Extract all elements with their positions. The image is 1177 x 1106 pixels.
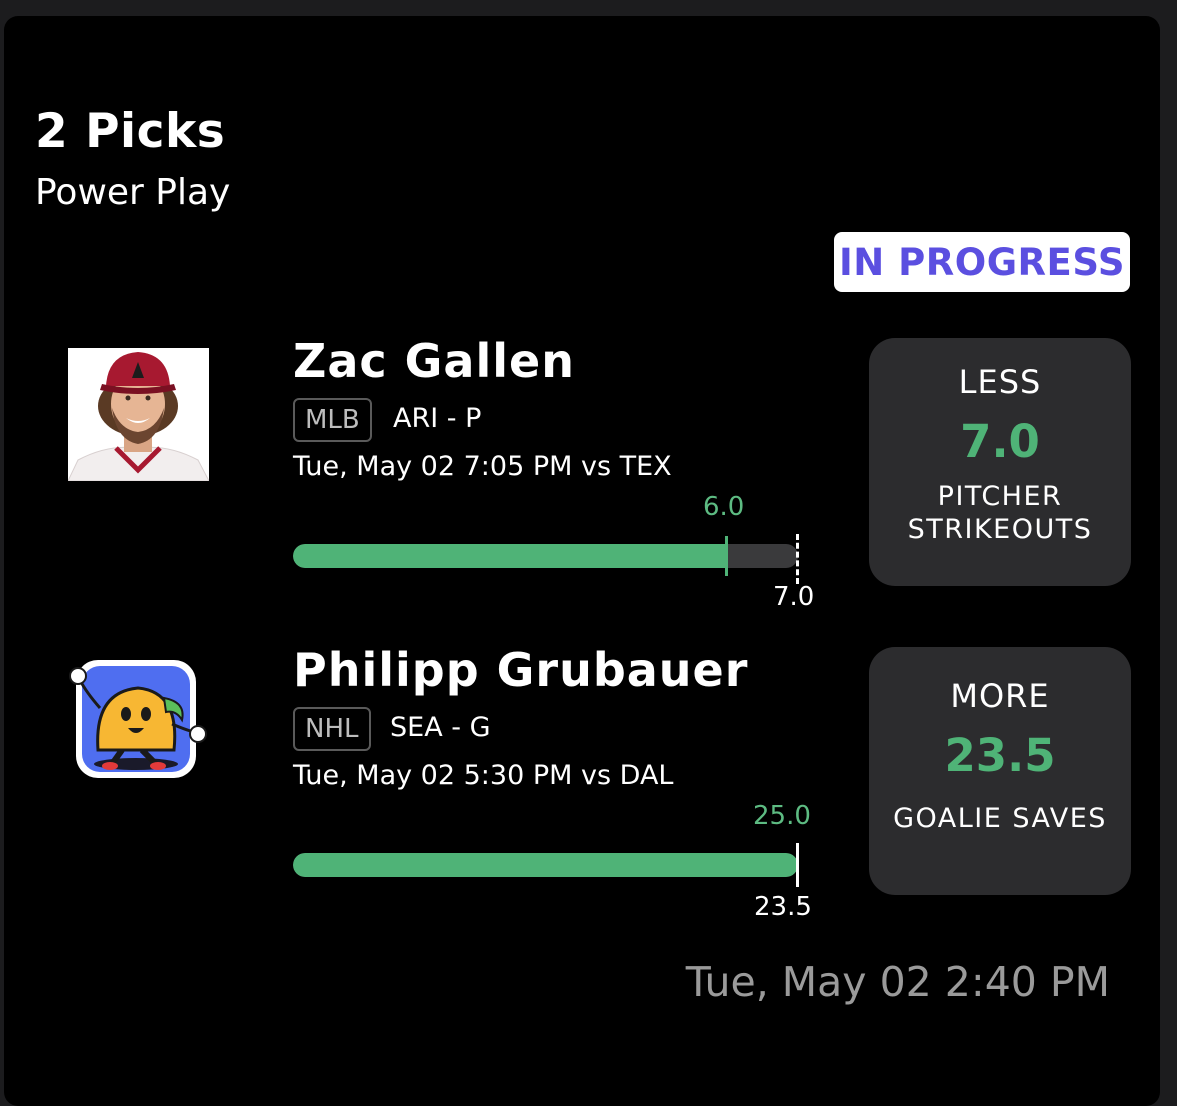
league-badge: NHL [293,707,371,751]
team-position: ARI - P [393,403,482,434]
player-name: Philipp Grubauer [293,643,749,697]
team-position: SEA - G [390,712,491,743]
current-stat-value: 6.0 [703,492,745,522]
target-value: 23.5 [754,892,812,922]
game-time: Tue, May 02 5:30 PM vs DAL [293,760,674,791]
progress-fill [293,544,726,568]
progress-bar [293,853,798,877]
pick-selection-box[interactable]: MORE 23.5 GOALIE SAVES [869,647,1131,895]
pick-stat: PITCHER STRIKEOUTS [907,481,1093,545]
progress-fill [293,853,798,877]
target-line [796,534,799,584]
entry-type: Power Play [35,172,231,213]
current-stat-value: 25.0 [753,801,811,831]
player-name: Zac Gallen [293,334,575,388]
status-badge: IN PROGRESS [834,232,1130,292]
entry-title: 2 Picks [35,104,226,159]
progress-marker [725,536,728,576]
taco-mascot-icon [64,658,212,782]
pick-line: 23.5 [944,729,1056,782]
target-line [796,843,799,887]
game-time: Tue, May 02 7:05 PM vs TEX [293,451,672,482]
player-headshot-icon [67,348,210,482]
pick-direction: MORE [950,677,1050,715]
progress-bar [293,544,798,568]
league-badge: MLB [293,398,372,442]
timestamp: Tue, May 02 2:40 PM [685,958,1110,1006]
pick-selection-box[interactable]: LESS 7.0 PITCHER STRIKEOUTS [869,338,1131,586]
target-value: 7.0 [773,582,815,612]
pick-direction: LESS [958,363,1042,401]
pick-line: 7.0 [960,415,1040,468]
pick-stat: GOALIE SAVES [893,803,1107,834]
